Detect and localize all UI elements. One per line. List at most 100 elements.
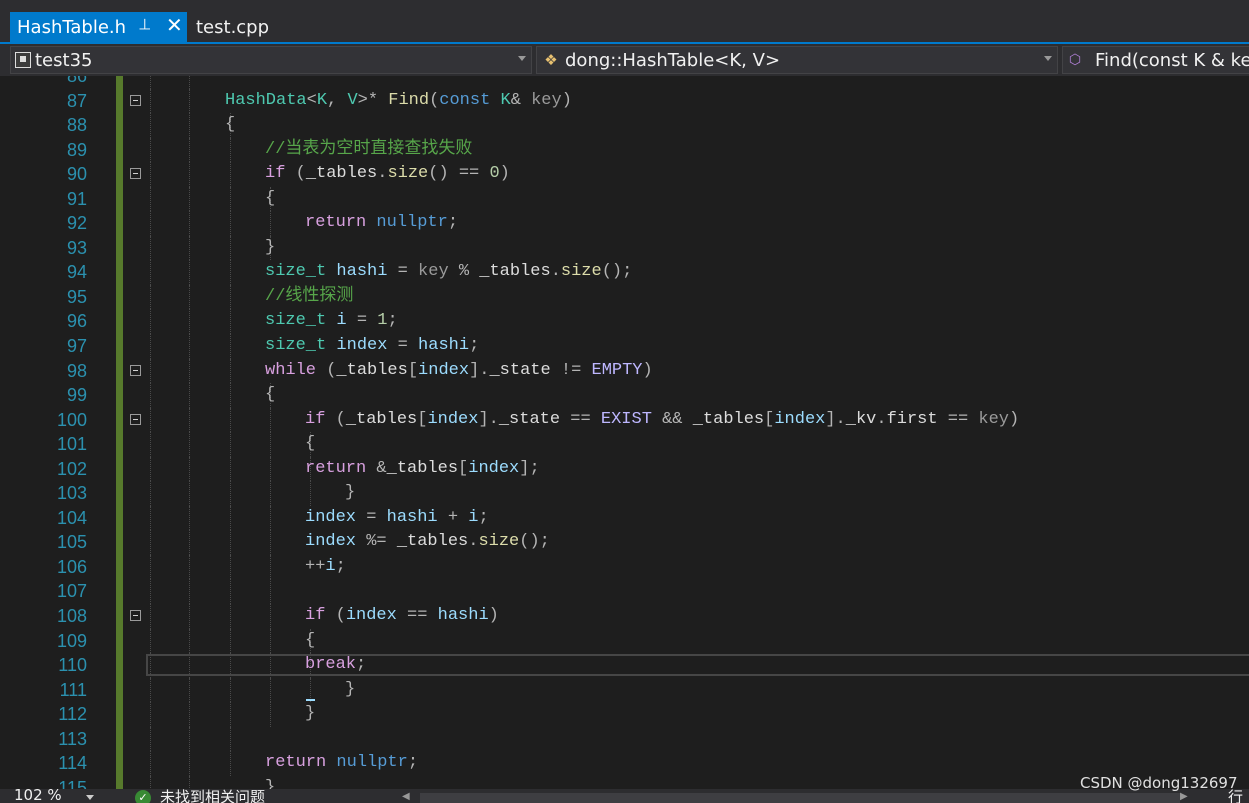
code-text[interactable]: {	[225, 113, 235, 138]
horizontal-scrollbar[interactable]	[420, 793, 1180, 803]
code-line[interactable]: 107	[0, 579, 1249, 605]
code-text[interactable]: while (_tables[index]._state != EMPTY)	[265, 359, 653, 384]
code-text[interactable]: if (_tables[index]._state == EXIST && _t…	[305, 408, 1019, 433]
collapse-icon[interactable]	[130, 364, 141, 376]
code-text[interactable]: //线性探测	[265, 285, 353, 310]
code-text[interactable]: {	[305, 432, 315, 457]
code-line[interactable]: 93}	[0, 235, 1249, 261]
code-token: ;	[387, 311, 398, 331]
code-token: ;	[407, 753, 419, 773]
code-line[interactable]: 88 {	[0, 113, 1249, 138]
code-editor[interactable]: 86 87 HashData<K, V>* Find(const K& key) 88…	[0, 76, 1249, 789]
code-token: ].	[469, 360, 490, 380]
chevron-down-icon[interactable]	[86, 795, 94, 800]
code-token: () ==	[428, 164, 490, 184]
code-token: [	[458, 458, 469, 478]
tab-test-cpp[interactable]: test.cpp	[196, 12, 269, 42]
code-text[interactable]: }	[305, 702, 315, 727]
indent-guide	[189, 628, 190, 654]
project-dropdown[interactable]: test35	[10, 46, 532, 74]
code-text[interactable]: return nullptr;	[265, 751, 418, 776]
code-line[interactable]: 91 {	[0, 186, 1249, 212]
code-line[interactable]: 114 return nullptr;	[0, 751, 1249, 776]
code-token: ].	[478, 409, 499, 429]
code-line[interactable]: 106 ++i;	[0, 554, 1249, 580]
indent-guide	[230, 235, 231, 261]
zoom-level[interactable]: 102 %	[14, 789, 62, 803]
code-token: {	[225, 115, 236, 135]
code-line[interactable]: 95 //线性探测	[0, 284, 1249, 310]
tab-hashtable-h[interactable]: HashTable.h ⊣ ✕	[10, 12, 187, 42]
code-text[interactable]: {	[265, 187, 275, 212]
code-line[interactable]: 113	[0, 726, 1249, 752]
code-text[interactable]: ++i;	[305, 555, 346, 580]
code-line[interactable]: 104 index = hashi + i;	[0, 505, 1249, 531]
scroll-left-icon[interactable]: ◀	[402, 791, 410, 802]
code-text[interactable]: {	[265, 383, 275, 408]
code-token: hashi	[418, 336, 470, 356]
code-text[interactable]: index = hashi + i;	[305, 506, 489, 531]
code-line[interactable]: 97 size_t index = hashi;	[0, 334, 1249, 359]
code-line[interactable]: 94 size_t hashi = key % _tables.size();	[0, 260, 1249, 285]
collapse-icon[interactable]	[130, 94, 141, 106]
code-text[interactable]: index %= _tables.size();	[305, 530, 550, 555]
code-token: &	[376, 458, 387, 478]
method-icon: ⬡	[1068, 52, 1082, 68]
indent-guide	[189, 456, 190, 482]
code-line[interactable]: 102 return &_tables[index];	[0, 456, 1249, 482]
collapse-icon[interactable]	[130, 168, 141, 180]
code-line[interactable]: 111}	[0, 677, 1249, 703]
code-line[interactable]: 103}	[0, 481, 1249, 506]
scope-dropdown[interactable]: ❖ dong::HashTable<K, V>	[536, 46, 1058, 74]
code-text[interactable]: //当表为空时直接查找失败	[265, 138, 472, 163]
collapse-icon[interactable]	[130, 413, 141, 425]
indent-guide	[189, 113, 190, 138]
code-text[interactable]: if (_tables.size() == 0)	[265, 162, 510, 187]
code-line[interactable]: 86	[0, 76, 1249, 89]
code-token: _tables	[396, 532, 469, 552]
line-number: 86	[66, 76, 87, 86]
code-line[interactable]: 109 {	[0, 628, 1249, 654]
code-text[interactable]: {	[305, 629, 315, 654]
collapse-icon[interactable]	[130, 610, 141, 622]
member-dropdown[interactable]: ⬡ Find(const K & key)	[1062, 46, 1249, 74]
code-line[interactable]: 110 break;	[0, 653, 1249, 678]
code-line[interactable]: 100 if (_tables[index]._state == EXIST &&…	[0, 407, 1249, 433]
code-line[interactable]: 92 return nullptr;	[0, 211, 1249, 236]
code-line[interactable]: 101 {	[0, 432, 1249, 457]
code-line[interactable]: 89 //当表为空时直接查找失败	[0, 137, 1249, 163]
code-text[interactable]: }	[345, 678, 355, 703]
code-line[interactable]: 98 while (_tables[index]._state != EMPTY)	[0, 358, 1249, 384]
code-text[interactable]: return &_tables[index];	[305, 457, 540, 482]
code-text[interactable]: break;	[305, 653, 366, 678]
code-line[interactable]: 108 if (index == hashi)	[0, 604, 1249, 629]
close-icon[interactable]: ✕	[166, 13, 183, 37]
code-text[interactable]: size_t index = hashi;	[265, 334, 479, 359]
code-line[interactable]: 112}	[0, 702, 1249, 727]
code-line[interactable]: 115}	[0, 775, 1249, 789]
code-text[interactable]: }	[345, 481, 355, 506]
code-line[interactable]: 96 size_t i = 1;	[0, 309, 1249, 335]
code-token: if	[305, 606, 336, 626]
code-line[interactable]: 87 HashData<K, V>* Find(const K& key)	[0, 88, 1249, 114]
member-name: Find(const K & key)	[1095, 49, 1249, 71]
code-text[interactable]: HashData<K, V>* Find(const K& key)	[225, 89, 572, 114]
code-text[interactable]: }	[265, 776, 275, 789]
code-text[interactable]: if (index == hashi)	[305, 604, 499, 629]
indent-guide	[230, 284, 231, 310]
code-text[interactable]: return nullptr;	[305, 211, 458, 236]
code-line[interactable]: 90 if (_tables.size() == 0)	[0, 162, 1249, 187]
code-line[interactable]: 105 index %= _tables.size();	[0, 530, 1249, 555]
code-token: ;	[447, 213, 459, 233]
line-number: 109	[56, 630, 87, 651]
code-line[interactable]: 99 {	[0, 383, 1249, 408]
check-circle-icon: ✓	[135, 790, 151, 803]
issues-status[interactable]: 未找到相关问题	[160, 789, 265, 803]
code-text[interactable]: size_t hashi = key % _tables.size();	[265, 260, 632, 285]
pin-icon[interactable]: ⊣	[136, 17, 154, 30]
scroll-right-icon[interactable]: ▶	[1180, 791, 1188, 802]
indent-guide	[270, 481, 271, 506]
indent-guide	[189, 162, 190, 187]
code-text[interactable]: }	[265, 236, 275, 261]
code-text[interactable]: size_t i = 1;	[265, 309, 398, 334]
